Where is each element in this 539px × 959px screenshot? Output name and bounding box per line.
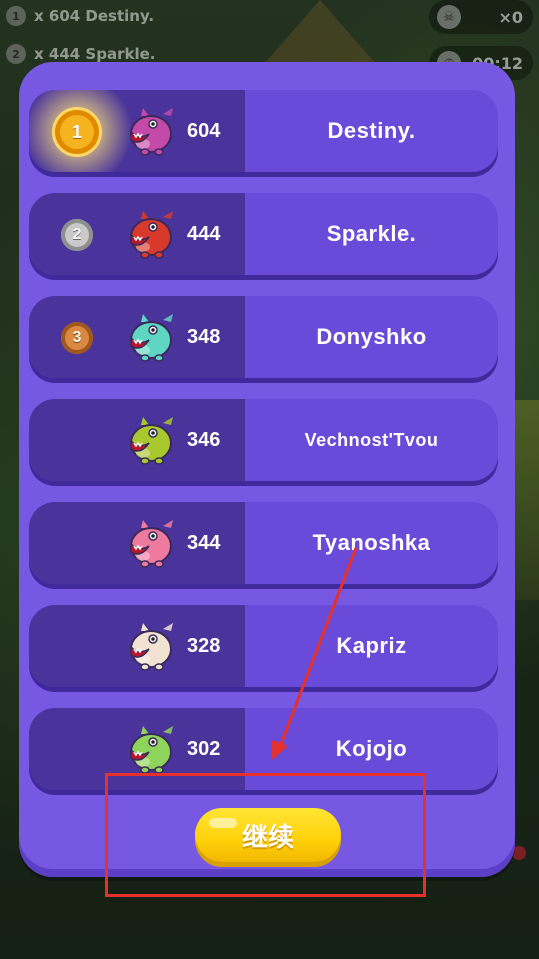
- player-score: 604: [187, 119, 221, 142]
- dino-avatar-icon: [130, 417, 173, 465]
- skull-icon: ☠: [437, 5, 461, 29]
- dino-avatar-icon: [130, 623, 173, 671]
- dino-avatar-icon: [130, 520, 173, 568]
- player-name: Sparkle.: [326, 221, 417, 246]
- player-score: 444: [187, 222, 221, 245]
- player-score: 344: [187, 531, 221, 554]
- dino-avatar-icon: [130, 726, 173, 774]
- player-name: Kapriz: [336, 633, 407, 658]
- player-name: Donyshko: [316, 324, 427, 349]
- hud-rank-badge: 1: [6, 6, 26, 26]
- hud-rank-row-1: 1 x 604 Destiny.: [0, 4, 154, 28]
- dino-avatar-icon: [130, 108, 173, 156]
- leaderboard-row: 1 604 Destiny.: [29, 90, 498, 172]
- bronze-medal-icon: 3: [61, 322, 93, 354]
- kills-counter: ☠ ×0: [429, 0, 533, 34]
- hud-rank-badge: 2: [6, 44, 26, 64]
- dino-avatar-icon: [130, 211, 173, 259]
- annotation-highlight-box: [105, 773, 426, 897]
- silver-medal-icon: 2: [61, 219, 93, 251]
- leaderboard-row: 328 Kapriz: [29, 605, 498, 687]
- leaderboard-row: 346 Vechnost'Tvou: [29, 399, 498, 481]
- gold-medal-icon: 1: [55, 110, 99, 154]
- player-score: 346: [187, 428, 221, 451]
- leaderboard-row: 3 348 Donyshko: [29, 296, 498, 378]
- player-name: Destiny.: [327, 118, 416, 143]
- player-name: Vechnost'Tvou: [304, 429, 439, 450]
- hud-rank-text: x 604 Destiny.: [34, 7, 155, 25]
- player-score: 348: [187, 325, 221, 348]
- kills-value: ×0: [498, 7, 523, 27]
- leaderboard-row: 344 Tyanoshka: [29, 502, 498, 584]
- player-name: Tyanoshka: [312, 530, 431, 555]
- player-score: 328: [187, 634, 221, 657]
- leaderboard-row: 2 444 Sparkle.: [29, 193, 498, 275]
- dino-avatar-icon: [130, 314, 173, 362]
- hud-rank-text: x 444 Sparkle.: [34, 45, 156, 63]
